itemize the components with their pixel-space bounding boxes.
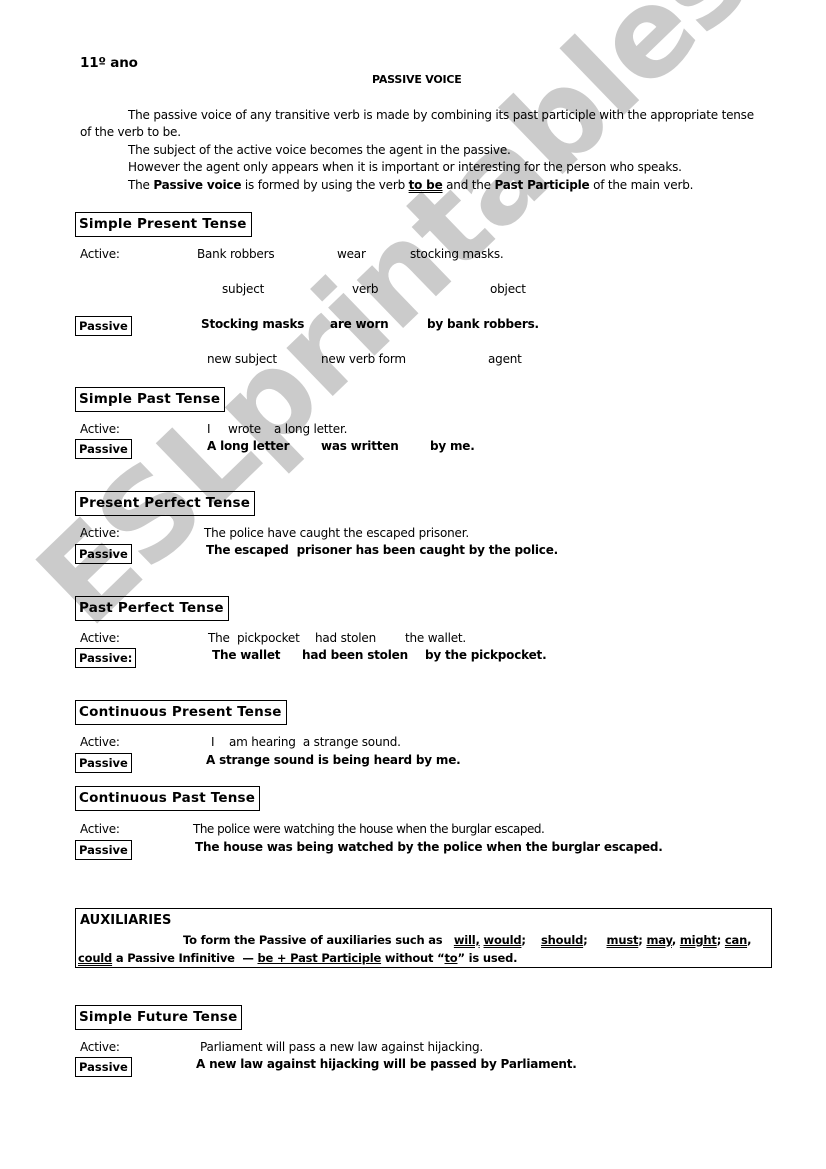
passive-sentence: The house was being watched by the polic… [195, 840, 663, 854]
active-verb: wrote [228, 422, 261, 436]
active-sentence: The police have caught the escaped priso… [204, 526, 469, 540]
active-object: stocking masks. [410, 247, 504, 261]
modal-would: would [483, 933, 522, 947]
to-term: to [444, 951, 458, 965]
passive-sentence: A strange sound is being heard by me. [206, 753, 461, 767]
active-label: Active: [80, 631, 120, 645]
intro-paragraph-3: However the agent only appears when it i… [128, 160, 682, 174]
passive-label-box: Passive [75, 840, 132, 860]
active-label: Active: [80, 422, 120, 436]
passive-label-box: Passive [75, 1057, 132, 1077]
active-subject: I [211, 735, 215, 749]
active-label: Active: [80, 735, 120, 749]
passive-subject: Stocking masks [201, 317, 305, 331]
section-heading-simple-future: Simple Future Tense [75, 1005, 243, 1030]
passive-agent: by me. [430, 439, 475, 453]
worksheet-page: 11º ano PASSIVE VOICE The passive voice … [0, 0, 826, 1169]
modal-must: must [606, 933, 639, 947]
auxiliaries-line-1: To form the Passive of auxiliaries such … [183, 933, 752, 947]
to-be-term: to be [408, 178, 443, 192]
passive-label-box: Passive: [75, 648, 137, 668]
past-participle-term: Past Participle [494, 178, 590, 192]
active-sentence: The police were watching the house when … [193, 822, 545, 836]
passive-label-box: Passive [75, 753, 132, 773]
passive-subject: The wallet [212, 648, 281, 662]
text: without “ [381, 951, 445, 965]
text: is formed by using the verb [241, 178, 409, 192]
passive-agent: by the pickpocket. [425, 648, 547, 662]
modal-can: can [724, 933, 748, 947]
passive-verb: was written [321, 439, 399, 453]
modal-will: will, [453, 933, 480, 947]
passive-label-box: Passive [75, 544, 132, 564]
formula: be + Past Participle [257, 951, 382, 965]
modal-could: could [78, 951, 113, 965]
passive-sentence: A new law against hijacking will be pass… [196, 1057, 577, 1071]
active-label: Active: [80, 247, 120, 261]
section-heading-simple-present: Simple Present Tense [75, 212, 252, 237]
active-predicate: am hearing a strange sound. [229, 735, 401, 749]
section-heading-past-perfect: Past Perfect Tense [75, 596, 229, 621]
passive-verb: had been stolen [302, 648, 408, 662]
active-sentence: Parliament will pass a new law against h… [200, 1040, 484, 1054]
active-object: the wallet. [405, 631, 467, 645]
intro-paragraph-1-line-2: of the verb to be. [80, 125, 181, 139]
section-heading-simple-past: Simple Past Tense [75, 387, 226, 412]
passive-subject: A long letter [207, 439, 290, 453]
intro-paragraph-4: The Passive voice is formed by using the… [128, 178, 693, 192]
text: of the main verb. [589, 178, 694, 192]
role-agent: agent [488, 352, 522, 366]
auxiliaries-box: AUXILIARIES To form the Passive of auxil… [75, 908, 772, 968]
intro-paragraph-2: The subject of the active voice becomes … [128, 143, 511, 157]
active-label: Active: [80, 526, 120, 540]
passive-label-box: Passive [75, 439, 132, 459]
passive-voice-term: Passive voice [153, 178, 242, 192]
role-new-verb-form: new verb form [321, 352, 406, 366]
text: a Passive Infinitive — [112, 951, 258, 965]
section-heading-continuous-present: Continuous Present Tense [75, 700, 287, 725]
page-title: PASSIVE VOICE [372, 73, 462, 86]
text: To form the Passive of auxiliaries such … [183, 933, 443, 947]
active-object: a long letter. [274, 422, 348, 436]
text: and the [442, 178, 495, 192]
modal-might: might [679, 933, 717, 947]
active-subject: I [207, 422, 211, 436]
passive-agent: by bank robbers. [427, 317, 539, 331]
section-heading-present-perfect: Present Perfect Tense [75, 491, 256, 516]
modal-should: should [541, 933, 584, 947]
active-subject: Bank robbers [197, 247, 275, 261]
intro-paragraph-1-line-1: The passive voice of any transitive verb… [128, 108, 754, 122]
auxiliaries-heading: AUXILIARIES [80, 913, 172, 928]
text: ” is used. [457, 951, 518, 965]
text: The [128, 178, 154, 192]
section-heading-continuous-past: Continuous Past Tense [75, 786, 261, 811]
passive-sentence: The escaped prisoner has been caught by … [206, 543, 559, 557]
active-label: Active: [80, 1040, 120, 1054]
active-label: Active: [80, 822, 120, 836]
auxiliaries-line-2: could a Passive Infinitive — be + Past P… [78, 951, 517, 965]
active-subject: The pickpocket [208, 631, 300, 645]
active-verb: had stolen [315, 631, 377, 645]
passive-label-box: Passive [75, 316, 132, 336]
role-object: object [490, 282, 526, 296]
modal-may: may [646, 933, 672, 947]
active-verb: wear [337, 247, 366, 261]
role-verb: verb [352, 282, 379, 296]
role-subject: subject [222, 282, 265, 296]
grade-label: 11º ano [80, 55, 138, 71]
role-new-subject: new subject [207, 352, 277, 366]
passive-verb: are worn [330, 317, 389, 331]
